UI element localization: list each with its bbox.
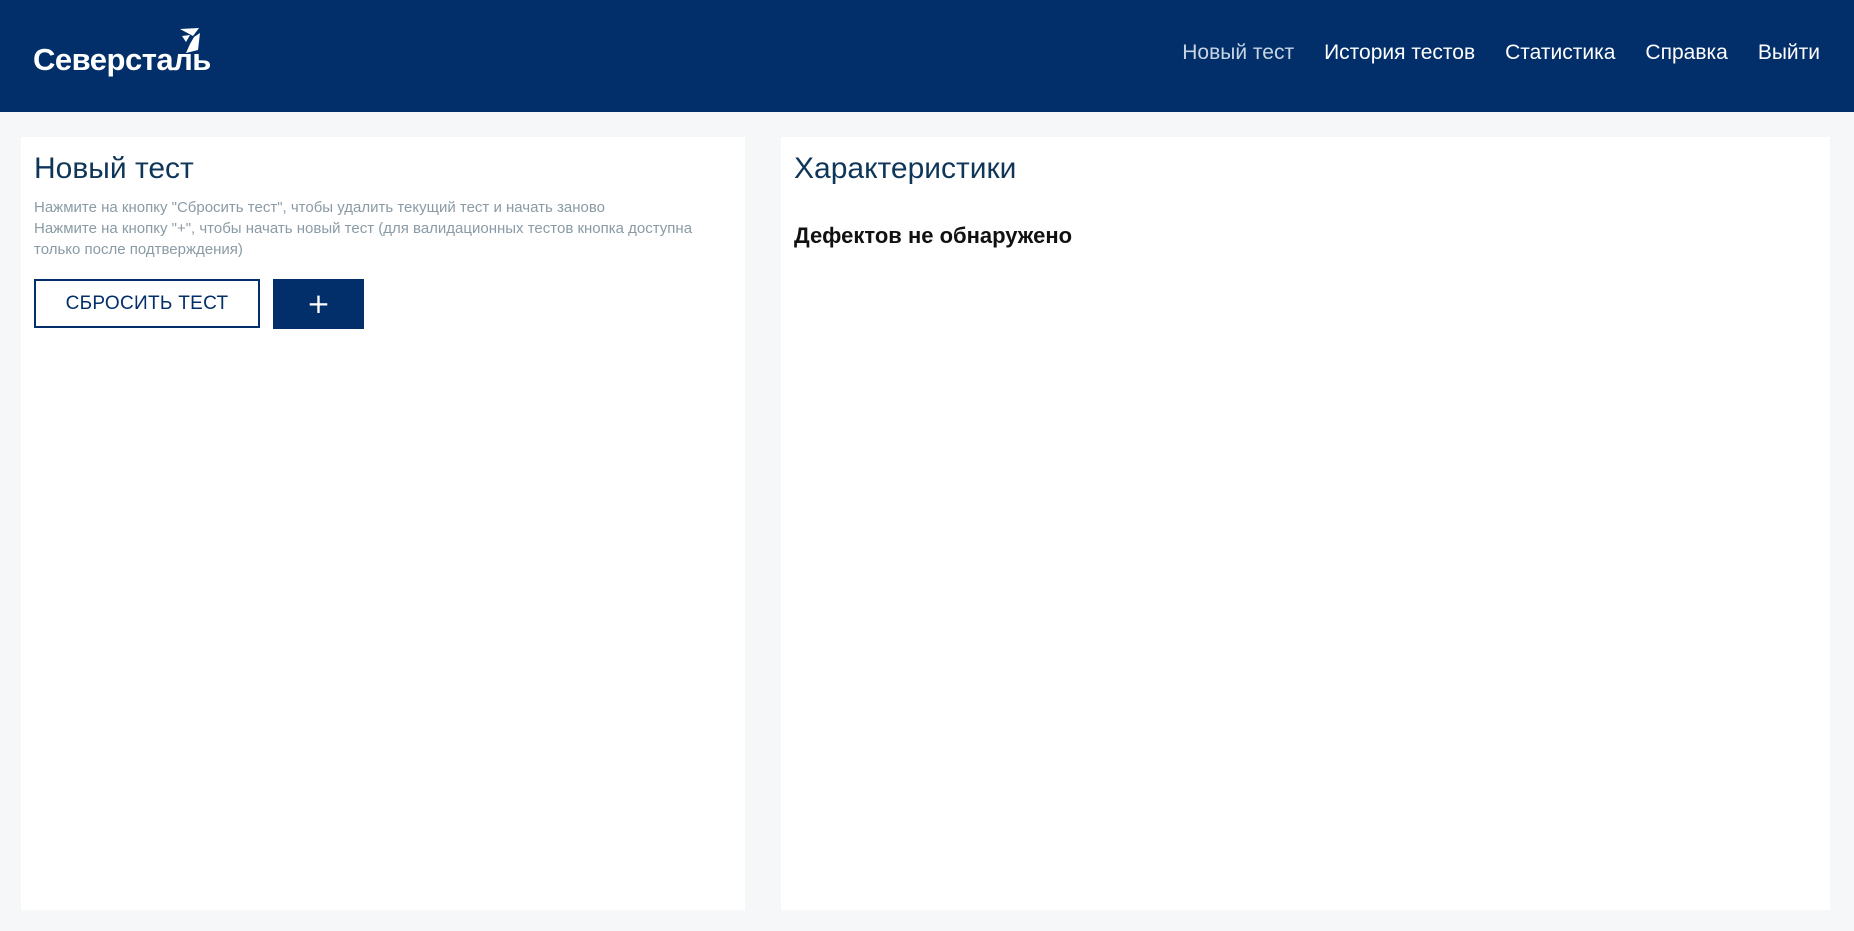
add-hint-text-continued: только после подтверждения)	[34, 241, 243, 258]
new-test-panel: Новый тест Нажмите на кнопку "Сбросить т…	[21, 137, 745, 910]
new-test-title: Новый тест	[34, 152, 194, 185]
reset-test-button[interactable]: СБРОСИТЬ ТЕСТ	[34, 279, 260, 328]
add-hint-text: Нажмите на кнопку "+", чтобы начать новы…	[34, 220, 693, 237]
defects-status-text: Дефектов не обнаружено	[794, 223, 1073, 248]
severstal-mark-icon	[180, 28, 200, 53]
add-test-button[interactable]: +	[273, 279, 364, 329]
top-navigation-bar: Северсталь Новый тест История тестов Ста…	[0, 0, 1854, 112]
characteristics-panel: Характеристики Дефектов не обнаружено	[781, 137, 1830, 910]
characteristics-title: Характеристики	[794, 152, 1017, 185]
nav-test-history[interactable]: История тестов	[1324, 41, 1475, 65]
nav-new-test[interactable]: Новый тест	[1182, 41, 1294, 65]
reset-hint-text: Нажмите на кнопку "Сбросить тест", чтобы…	[34, 199, 605, 216]
main-nav: Новый тест История тестов Статистика Спр…	[1182, 0, 1820, 106]
nav-help[interactable]: Справка	[1645, 41, 1727, 65]
nav-logout[interactable]: Выйти	[1758, 41, 1820, 65]
nav-statistics[interactable]: Статистика	[1505, 41, 1615, 65]
